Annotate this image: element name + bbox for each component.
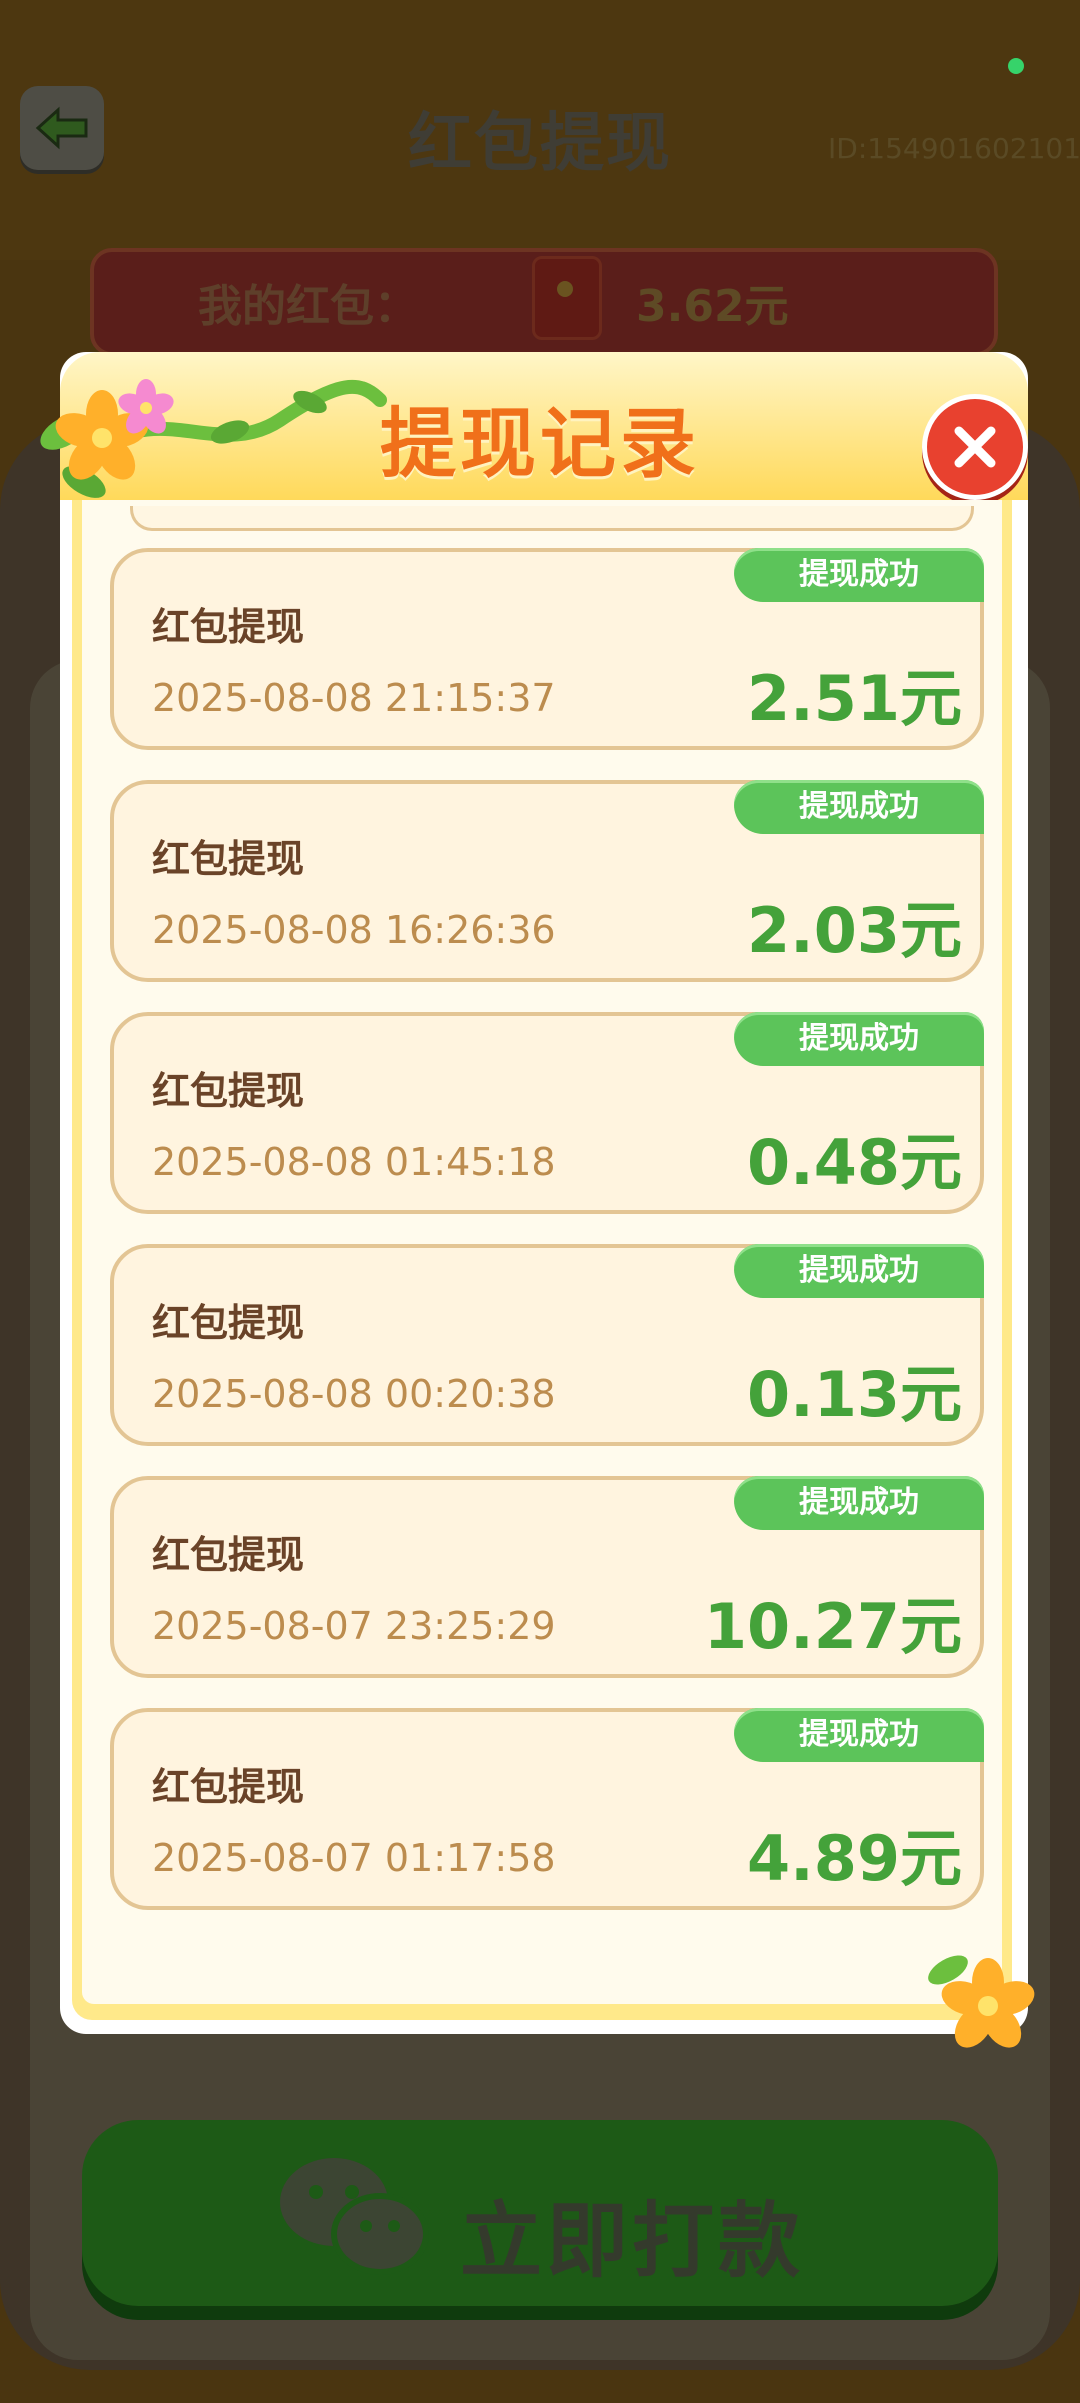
status-badge: 提现成功 — [734, 1244, 984, 1298]
record-card: 提现成功红包提现 2025-08-07 01:17:58 4.89元 — [110, 1708, 984, 1910]
status-dot — [1008, 58, 1024, 74]
record-time: 2025-08-08 21:15:37 — [152, 676, 556, 720]
record-amount: 4.89元 — [747, 1822, 962, 1895]
status-badge: 提现成功 — [734, 1012, 984, 1066]
record-amount: 0.48元 — [747, 1126, 962, 1199]
record-card: 提现成功红包提现 2025-08-08 01:45:18 0.48元 — [110, 1012, 984, 1214]
pay-now-label: 立即打款 — [460, 2194, 805, 2289]
record-title: 红包提现 — [152, 1301, 305, 1345]
record-amount: 2.51元 — [747, 662, 962, 735]
record-card: 提现成功红包提现 2025-08-07 23:25:29 10.27元 — [110, 1476, 984, 1678]
modal-body: 提现成功 红包提现 2025-08-08 21:15:37 2.51元 提现成功 红包提现… — [72, 500, 1012, 2020]
flower-icon — [928, 1955, 1035, 2048]
user-id: ID:154901602101 — [828, 132, 1080, 165]
record-card: 提现成功红包提现 2025-08-08 21:15:37 2.51元 — [110, 548, 984, 750]
wechat-icon — [280, 2158, 429, 2275]
red-envelope-icon — [532, 256, 602, 340]
record-title: 红包提现 — [152, 1533, 305, 1577]
status-badge: 提现成功 — [734, 1708, 984, 1762]
status-badge: 提现成功 — [734, 780, 984, 834]
status-badge: 提现成功 — [734, 1476, 984, 1530]
wallet-amount: 3.62元 — [636, 281, 789, 332]
record-title: 红包提现 — [152, 605, 305, 649]
record-time: 2025-08-08 01:45:18 — [152, 1140, 556, 1184]
wallet-label: 我的红包： — [198, 281, 418, 332]
close-icon — [954, 426, 996, 468]
record-amount: 10.27元 — [703, 1590, 962, 1663]
record-time: 2025-08-07 01:17:58 — [152, 1836, 556, 1880]
records-container: 提现成功 红包提现 2025-08-08 21:15:37 2.51元 提现成功 红包提现… — [82, 500, 1002, 2004]
record-title: 红包提现 — [152, 837, 305, 881]
record-time: 2025-08-08 00:20:38 — [152, 1372, 556, 1416]
close-button[interactable] — [922, 394, 1028, 500]
record-card: 提现成功红包提现 2025-08-08 16:26:36 2.03元 — [110, 780, 984, 982]
record-card: 提现成功红包提现 2025-08-08 00:20:38 0.13元 — [110, 1244, 984, 1446]
record-time: 2025-08-07 23:25:29 — [152, 1604, 556, 1648]
record-title: 红包提现 — [152, 1765, 305, 1809]
record-time: 2025-08-08 16:26:36 — [152, 908, 556, 952]
record-list[interactable]: 提现成功 红包提现 2025-08-08 21:15:37 2.51元 提现成功 红包提现… — [82, 500, 1002, 2004]
status-badge: 提现成功 — [734, 548, 984, 602]
record-title: 红包提现 — [152, 1069, 305, 1113]
record-amount: 0.13元 — [747, 1358, 962, 1431]
record-amount: 2.03元 — [747, 894, 962, 967]
flower-icon — [40, 379, 174, 498]
